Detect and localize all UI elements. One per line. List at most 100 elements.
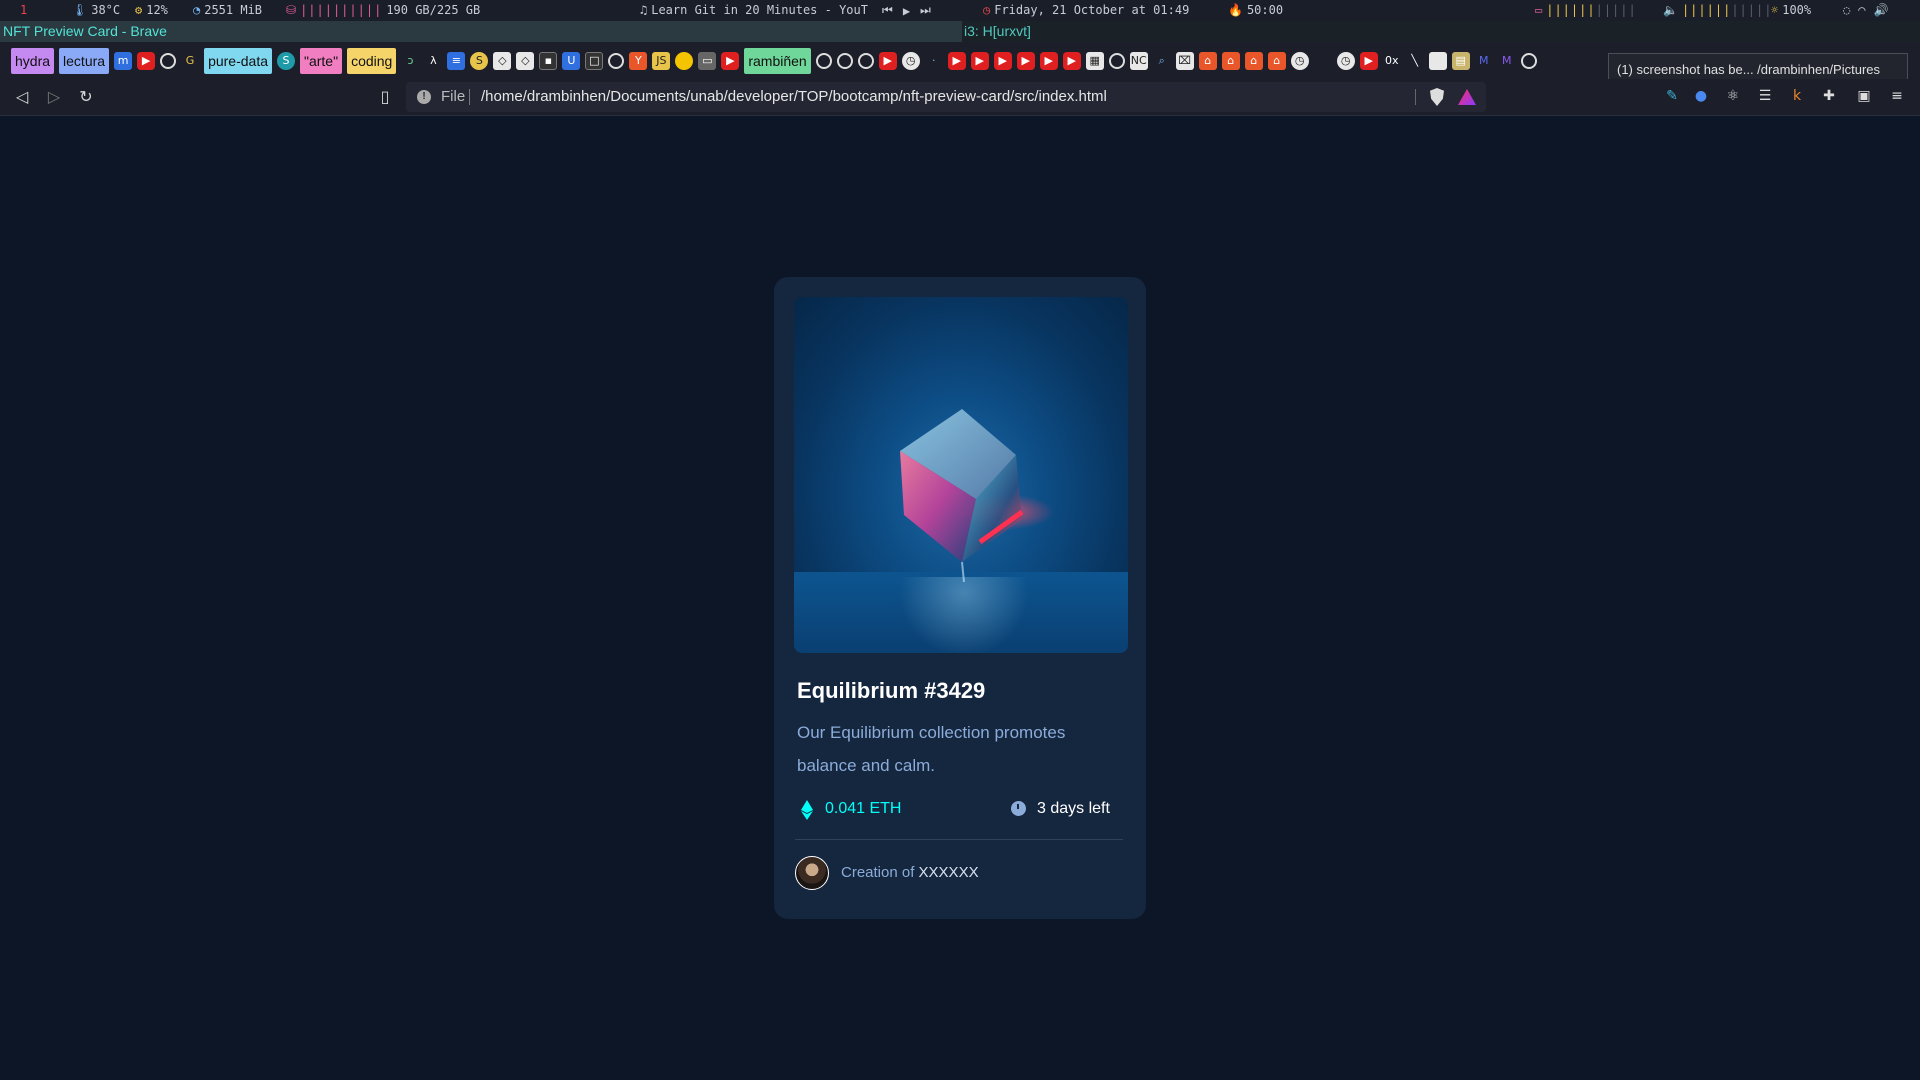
github-icon[interactable] [1520,52,1537,69]
globe-icon[interactable] [1108,52,1125,69]
youtube-icon[interactable]: ▶ [878,51,897,70]
bookmark-page-icon[interactable]: ▯ [375,87,395,107]
brave-shield-icon[interactable] [1430,88,1444,106]
terminal-icon[interactable]: ▪ [539,51,558,70]
fork-icon[interactable]: Y [629,51,648,70]
time-left: 3 days left [1037,800,1110,817]
grid-icon[interactable]: ▦ [1085,51,1104,70]
orange-app-icon[interactable]: ⌂ [1221,51,1240,70]
u-icon[interactable]: U [562,51,581,70]
circle-icon[interactable] [815,52,832,69]
document-icon[interactable]: ⌧ [1175,51,1194,70]
ethereum-icon [801,800,813,820]
youtube-icon[interactable]: ▶ [970,51,989,70]
url-text[interactable]: /home/drambinhen/Documents/unab/develope… [481,82,1107,112]
codepen-alt-icon[interactable]: ◇ [516,51,535,70]
orange-app-icon[interactable]: ⌂ [1267,51,1286,70]
gray-icon[interactable]: ▭ [698,51,717,70]
youtube-icon[interactable]: ▶ [993,51,1012,70]
youtube-icon[interactable]: ▶ [1016,51,1035,70]
github-icon[interactable] [836,52,853,69]
cpu-value: 12% [146,3,168,17]
lambda-icon[interactable]: λ [424,52,442,70]
notebook-icon[interactable]: ▤ [1451,51,1470,70]
pen-extension-icon[interactable]: ✎ [1663,87,1681,105]
slash-icon[interactable]: ╲ [1406,52,1424,70]
bookmark-folder-rambinen[interactable]: rambiñen [744,47,811,74]
codepen-icon[interactable]: ◇ [493,51,512,70]
stack-icon[interactable]: ≡ [447,51,466,70]
extensions-puzzle-icon[interactable]: ✚ [1820,87,1838,105]
info-icon[interactable]: ! [417,90,431,104]
bookmark-folder-arte[interactable]: "arte" [300,47,343,74]
disk-usage-bar: |||||||||| [300,3,383,17]
battery-widget: 🔥 50:00 [1228,3,1283,17]
menu-icon[interactable]: ≡ [1888,87,1906,105]
youtube-icon[interactable]: ▶ [137,51,156,70]
workspace-indicator[interactable]: 1 [20,3,27,17]
blank-icon[interactable] [1314,52,1332,70]
disk-icon: ⛁ [286,3,297,17]
active-window-title[interactable]: NFT Preview Card - Brave [0,21,962,42]
youtube-icon[interactable]: ▶ [1062,51,1081,70]
memory-icon: ◔ [193,3,201,17]
dot-icon[interactable]: · [925,52,943,70]
play-icon[interactable]: ▶ [903,4,910,18]
bookmark-folder-lectura[interactable]: lectura [59,47,110,74]
bookmark-folder-coding[interactable]: coding [347,47,397,74]
back-button[interactable]: ◁ [12,87,32,107]
square-icon[interactable] [1428,51,1447,70]
s-logo-icon[interactable]: S [277,51,295,70]
wallet-icon[interactable]: ▣ [1855,87,1873,105]
reload-button[interactable]: ↻ [76,87,96,107]
egg-icon[interactable] [675,51,694,70]
youtube-icon[interactable]: ▶ [1359,51,1378,70]
clock-face-icon[interactable]: ◷ [901,51,920,70]
nft-image[interactable] [794,297,1128,653]
creator-label: Creation of XXXXXX [841,864,979,881]
wifi-icon[interactable]: ◠ [1858,3,1865,17]
react-extension-icon[interactable]: ⚛ [1724,87,1742,105]
search-icon[interactable]: ⌕ [1153,52,1171,70]
orange-app-icon[interactable]: ⌂ [1198,51,1217,70]
google-icon[interactable]: G [181,52,199,70]
creator-name-link[interactable]: XXXXXX [919,864,979,881]
swirl-icon[interactable]: ↄ [401,52,419,70]
m-blue-icon[interactable]: M [1475,52,1493,70]
memory-value: 2551 MiB [204,3,263,17]
m-purple-icon[interactable]: M [1498,52,1516,70]
blue-extension-icon[interactable]: ● [1692,87,1710,105]
clock-face-icon[interactable]: ◷ [1290,51,1309,70]
bookmark-folder-pure-data[interactable]: pure-data [204,47,272,74]
forward-button[interactable]: ▷ [44,87,64,107]
nft-title[interactable]: Equilibrium #3429 [797,678,1126,704]
github-icon[interactable] [608,52,625,69]
previous-track-icon[interactable]: ⏮ [882,3,893,18]
clock-face-icon[interactable]: ◷ [1336,51,1355,70]
tray-app-icon[interactable]: ◌ [1843,3,1850,17]
next-track-icon[interactable]: ⏭ [920,3,931,18]
speaker-icon[interactable]: 🔊 [1873,3,1888,17]
reader-extension-icon[interactable]: ☰ [1756,87,1774,105]
youtube-icon[interactable]: ▶ [721,51,740,70]
youtube-icon[interactable]: ▶ [1039,51,1058,70]
bookmark-folder-hydra[interactable]: hydra [11,47,55,74]
orange-app-icon[interactable]: ⌂ [1244,51,1263,70]
mastodon-icon[interactable]: m [114,51,133,70]
camera-icon: ▭ [1535,3,1543,17]
github-icon[interactable] [857,52,874,69]
brightness-value: 100% [1782,3,1812,17]
sass-icon[interactable]: S [470,51,489,70]
address-bar[interactable]: ! File /home/drambinhen/Documents/unab/d… [406,82,1486,112]
youtube-icon[interactable]: ▶ [947,51,966,70]
k-extension-icon[interactable]: k [1788,87,1806,105]
window-title-bar: NFT Preview Card - Brave i3: H[urxvt] [0,21,1920,42]
js-icon[interactable]: JS [652,51,671,70]
0x-icon[interactable]: 0x [1383,52,1401,70]
creator-avatar [795,856,829,890]
brave-rewards-icon[interactable] [1458,89,1476,105]
box-icon[interactable]: □ [585,51,604,70]
target-icon[interactable] [160,52,177,69]
nc-icon[interactable]: NC [1129,51,1148,70]
inactive-window-title[interactable]: i3: H[urxvt] [962,21,1920,42]
